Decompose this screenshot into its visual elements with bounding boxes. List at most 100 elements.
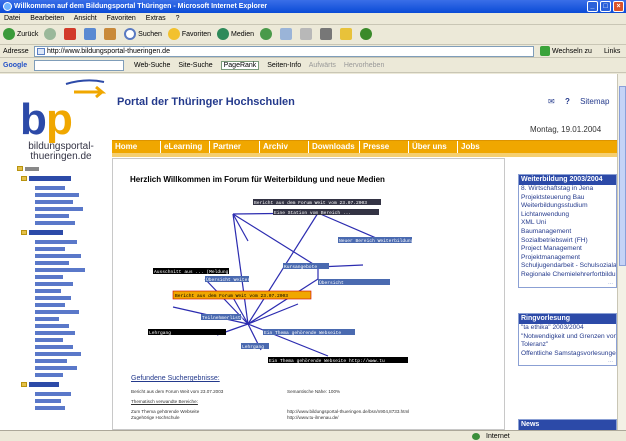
tree-item[interactable]: [35, 207, 83, 213]
maximize-button[interactable]: □: [600, 1, 611, 12]
topic-graph[interactable]: Bericht aus dem Forum Weit vom 23.07.200…: [123, 189, 423, 379]
box-item[interactable]: Project Management: [519, 245, 616, 254]
media-button[interactable]: Medien: [217, 25, 254, 45]
tree-item[interactable]: [35, 275, 63, 281]
tree-item[interactable]: [35, 331, 75, 337]
tree-item[interactable]: [35, 352, 81, 358]
tree-item[interactable]: [35, 261, 69, 267]
print-button[interactable]: [299, 25, 314, 45]
box-item[interactable]: Baumanagement: [519, 228, 616, 237]
related-webpage-link[interactable]: http://www.bildungsportal-thueringen.de/…: [287, 409, 409, 414]
refresh-button[interactable]: [84, 25, 98, 45]
tree-item[interactable]: [35, 247, 65, 253]
tree-item[interactable]: [35, 303, 65, 309]
box-item[interactable]: "Notwendigkeit und Grenzen von: [519, 333, 616, 342]
box-item[interactable]: Lichtanwendung: [519, 211, 616, 220]
nav-presse[interactable]: Presse: [359, 141, 389, 153]
sitemap-link[interactable]: Sitemap: [580, 97, 609, 106]
google-logo[interactable]: Google: [3, 62, 27, 69]
google-site-search[interactable]: Site-Suche: [178, 62, 212, 69]
minimize-button[interactable]: _: [587, 1, 598, 12]
tree-section-angebote[interactable]: [21, 176, 71, 182]
box-item[interactable]: Projektmanagement: [519, 254, 616, 263]
tree-item[interactable]: [35, 399, 61, 405]
nav-downloads[interactable]: Downloads: [308, 141, 355, 153]
nav-ueber-uns[interactable]: Über uns: [408, 141, 447, 153]
tree-item[interactable]: [35, 240, 77, 246]
tree-section-themen[interactable]: [21, 230, 63, 236]
tree-item[interactable]: [35, 221, 75, 227]
folder-button[interactable]: [339, 25, 354, 45]
scrollbar-thumb[interactable]: [619, 86, 626, 266]
tree-item[interactable]: [35, 317, 59, 323]
menu-help[interactable]: ?: [176, 15, 180, 22]
tree-item[interactable]: [35, 406, 65, 412]
google-web-search[interactable]: Web-Suche: [134, 62, 170, 69]
menu-bearbeiten[interactable]: Bearbeiten: [30, 15, 64, 22]
google-pagerank[interactable]: PageRank: [220, 61, 260, 70]
box-item[interactable]: Toleranz": [519, 341, 616, 350]
messenger-button[interactable]: [359, 25, 374, 45]
result-title[interactable]: Bericht aus dem Forum Weit vom 23.07.200…: [131, 389, 223, 394]
box-item[interactable]: Weiterbildungsstudium: [519, 202, 616, 211]
tree-item[interactable]: [35, 200, 73, 206]
more-link[interactable]: ...: [519, 358, 616, 365]
close-button[interactable]: ×: [613, 1, 624, 12]
tree-item[interactable]: [35, 359, 67, 365]
tree-item[interactable]: [35, 289, 61, 295]
more-link[interactable]: ...: [519, 280, 616, 287]
tree-item[interactable]: [35, 338, 63, 344]
help-icon[interactable]: ?: [565, 97, 570, 106]
menu-favoriten[interactable]: Favoriten: [107, 15, 136, 22]
menu-datei[interactable]: Datei: [4, 15, 20, 22]
vertical-scrollbar[interactable]: [617, 74, 626, 430]
box-item[interactable]: Regionale Chemielehrerfortbildung: [519, 271, 616, 280]
mail-button[interactable]: [279, 25, 294, 45]
links-button[interactable]: Links: [604, 45, 620, 58]
tree-item[interactable]: [35, 296, 71, 302]
address-input[interactable]: http://www.bildungsportal-thueringen.de: [34, 46, 534, 57]
favorites-button[interactable]: Favoriten: [167, 25, 211, 45]
tree-section-info[interactable]: [21, 382, 59, 388]
tree-root[interactable]: [17, 166, 39, 172]
nav-home[interactable]: Home: [112, 141, 137, 153]
go-button[interactable]: Wechseln zu: [540, 45, 592, 58]
google-highlight[interactable]: Hervorheben: [344, 62, 384, 69]
menu-ansicht[interactable]: Ansicht: [74, 15, 97, 22]
tree-item[interactable]: [35, 282, 73, 288]
nav-elearning[interactable]: eLearning: [160, 141, 202, 153]
tree-item[interactable]: [35, 366, 77, 372]
nav-partner[interactable]: Partner: [209, 141, 241, 153]
google-page-info[interactable]: Seiten-Info: [267, 62, 301, 69]
stop-button[interactable]: [64, 25, 78, 45]
tree-item[interactable]: [35, 310, 79, 316]
tree-item[interactable]: [35, 193, 79, 199]
box-item[interactable]: XML Uni: [519, 219, 616, 228]
mail-icon[interactable]: ✉: [548, 97, 555, 106]
back-button[interactable]: Zurück: [3, 25, 38, 45]
tree-item[interactable]: [35, 214, 69, 220]
tree-item[interactable]: [35, 254, 81, 260]
tree-item[interactable]: [35, 392, 71, 398]
tree-item[interactable]: [35, 345, 73, 351]
tree-item[interactable]: [35, 186, 65, 192]
menu-extras[interactable]: Extras: [146, 15, 166, 22]
search-button[interactable]: Suchen: [124, 25, 162, 45]
box-item[interactable]: Öffentliche Samstagsvorlesungen: [519, 350, 616, 359]
tree-item[interactable]: [35, 268, 85, 274]
box-item[interactable]: "ta ethika" 2003/2004: [519, 324, 616, 333]
home-button[interactable]: [104, 25, 118, 45]
tree-item[interactable]: [35, 373, 63, 379]
box-item[interactable]: Sozialbetriebswirt (FH): [519, 237, 616, 246]
google-search-input[interactable]: [34, 60, 124, 71]
nav-archiv[interactable]: Archiv: [259, 141, 288, 153]
nav-jobs[interactable]: Jobs: [457, 141, 480, 153]
box-item[interactable]: Projektsteuerung Bau: [519, 194, 616, 203]
box-item[interactable]: 8. Wirtschaftstag in Jena: [519, 185, 616, 194]
history-button[interactable]: [259, 25, 274, 45]
related-university-link[interactable]: http://www.tu-ilmenau.de/: [287, 415, 339, 420]
edit-button[interactable]: [319, 25, 334, 45]
tree-item[interactable]: [35, 324, 69, 330]
google-up[interactable]: Aufwärts: [309, 62, 336, 69]
box-item[interactable]: Schuljugendarbeit - Schulsozialarbeit: [519, 262, 616, 271]
